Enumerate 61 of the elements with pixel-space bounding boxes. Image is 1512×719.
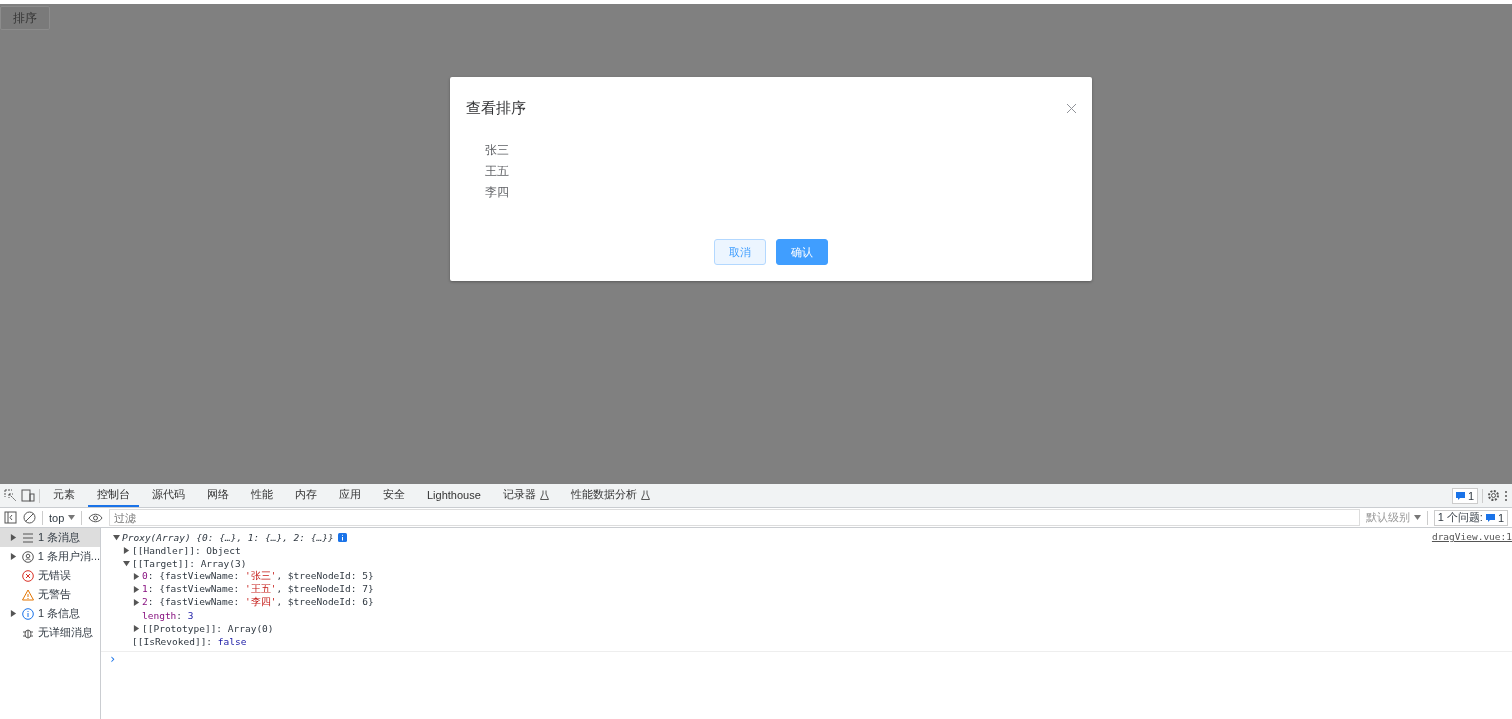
console-line: length: 3: [142, 610, 194, 621]
info-icon: [22, 607, 34, 620]
console-line: 2: {fastViewName: '李四', $treeNodeId: 6}: [142, 596, 374, 609]
issues-badge-count: 1: [1467, 489, 1474, 502]
console-prompt[interactable]: ›: [101, 652, 1512, 666]
error-icon: [22, 569, 34, 582]
clear-icon[interactable]: [23, 511, 36, 524]
source-link[interactable]: dragView.vue:1: [1431, 531, 1512, 542]
console-line: [[Handler]]: Object: [132, 545, 241, 556]
settings-icon[interactable]: [1487, 489, 1500, 502]
console-line: Proxy(Array) {0: {…}, 1: {…}, 2: {…}}: [122, 532, 334, 543]
devtools-tab[interactable]: 性能: [242, 484, 282, 507]
disclosure-triangle-icon[interactable]: [133, 625, 140, 632]
caret-icon: [68, 515, 76, 520]
inspect-icon[interactable]: [4, 489, 17, 502]
sort-item: 李四: [485, 184, 510, 201]
sidebar-item[interactable]: 无警告: [0, 585, 100, 604]
sort-item: 张三: [485, 142, 510, 159]
sort-item: 王五: [485, 163, 510, 180]
list-icon: [22, 531, 34, 544]
close-icon[interactable]: [1067, 103, 1076, 113]
console-line: [[Prototype]]: Array(0): [142, 623, 274, 634]
sidebar-item[interactable]: 无错误: [0, 566, 100, 585]
devtools-tab[interactable]: 元素: [44, 484, 84, 507]
caret-icon: [1413, 515, 1421, 520]
message-icon: [1455, 491, 1465, 500]
sidebar-item[interactable]: 1 条信息: [0, 604, 100, 623]
devtools-tab[interactable]: 记录器: [493, 484, 558, 507]
console-line: 1: {fastViewName: '王五', $treeNodeId: 7}: [142, 583, 374, 596]
devtools-tab[interactable]: 内存: [286, 484, 326, 507]
devtools-tab[interactable]: Lighthouse: [418, 484, 490, 507]
console-line: 0: {fastViewName: '张三', $treeNodeId: 5}: [142, 570, 374, 583]
devtools-tab[interactable]: 网络: [198, 484, 238, 507]
issues-badge[interactable]: 1: [1451, 487, 1478, 504]
sidebar-item[interactable]: 无详细消息: [0, 623, 100, 642]
sidebar-item[interactable]: 1 条用户消...: [0, 547, 100, 566]
console-line: [[IsRevoked]]: false: [132, 636, 247, 647]
warning-icon: [22, 588, 34, 601]
devtools-tab[interactable]: 源代码: [143, 484, 194, 507]
devtools-tab[interactable]: 控制台: [88, 484, 139, 507]
bug-icon: [22, 626, 34, 639]
issues-label: 1 个问题:: [1437, 510, 1483, 525]
sidebar-toggle-icon[interactable]: [4, 511, 17, 524]
devtools-tab[interactable]: 安全: [374, 484, 414, 507]
issues-count: 1: [1497, 511, 1504, 524]
disclosure-triangle-icon[interactable]: [10, 610, 17, 617]
devtools-tab[interactable]: 性能数据分析: [561, 484, 659, 507]
eye-icon[interactable]: [88, 512, 104, 523]
disclosure-triangle-icon[interactable]: [10, 534, 17, 541]
dialog-title: 查看排序: [466, 98, 526, 118]
devtools-tab[interactable]: 应用: [330, 484, 370, 507]
disclosure-triangle-icon[interactable]: [10, 553, 17, 560]
issues-button[interactable]: 1 个问题: 1: [1433, 509, 1508, 526]
sidebar-item[interactable]: 1 条消息: [0, 528, 100, 547]
more-icon[interactable]: [1504, 489, 1508, 502]
message-icon: [1485, 513, 1495, 522]
filter-field[interactable]: 过滤: [109, 509, 1360, 526]
console-line: [[Target]]: Array(3): [132, 558, 247, 569]
user-icon: [21, 550, 34, 563]
device-icon[interactable]: [21, 489, 35, 502]
context-select[interactable]: top: [49, 511, 76, 524]
